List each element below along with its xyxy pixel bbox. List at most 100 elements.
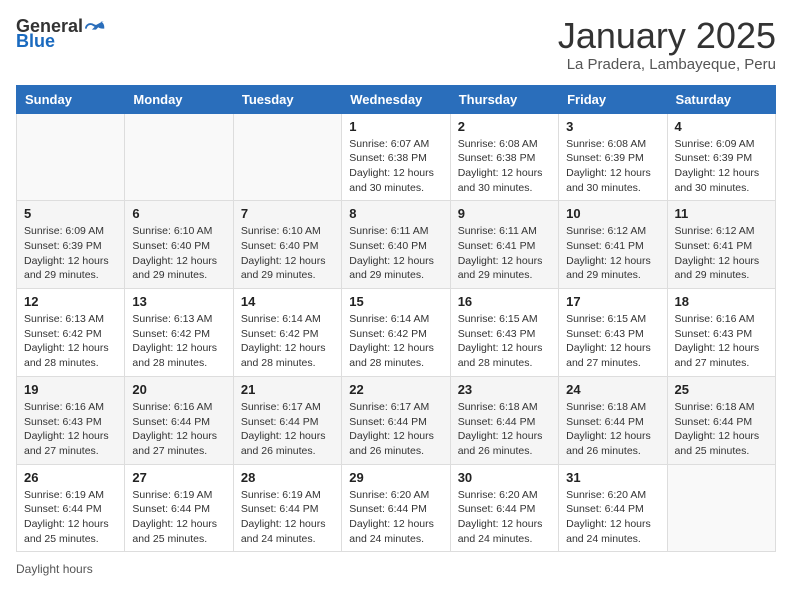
calendar-cell: 3 Sunrise: 6:08 AM Sunset: 6:39 PM Daylig… bbox=[559, 113, 667, 201]
calendar-cell: 29 Sunrise: 6:20 AM Sunset: 6:44 PM Dayli… bbox=[342, 464, 450, 552]
day-info: Sunrise: 6:10 AM Sunset: 6:40 PM Dayligh… bbox=[241, 224, 334, 283]
day-number: 8 bbox=[349, 206, 442, 221]
calendar-cell: 16 Sunrise: 6:15 AM Sunset: 6:43 PM Dayli… bbox=[450, 289, 558, 377]
day-number: 7 bbox=[241, 206, 334, 221]
day-number: 5 bbox=[24, 206, 117, 221]
day-number: 30 bbox=[458, 470, 551, 485]
day-number: 18 bbox=[675, 294, 768, 309]
calendar-week-1: 1Sunrise: 6:07 AM Sunset: 6:38 PM Daylig… bbox=[17, 113, 776, 201]
day-info: Sunrise: 6:08 AM Sunset: 6:39 PM Dayligh… bbox=[566, 137, 659, 196]
calendar-cell: 31 Sunrise: 6:20 AM Sunset: 6:44 PM Dayli… bbox=[559, 464, 667, 552]
day-info: Sunrise: 6:13 AM Sunset: 6:42 PM Dayligh… bbox=[132, 312, 225, 371]
day-number: 9 bbox=[458, 206, 551, 221]
footer: Daylight hours bbox=[16, 562, 776, 576]
calendar-cell: 14 Sunrise: 6:14 AM Sunset: 6:42 PM Dayli… bbox=[233, 289, 341, 377]
day-number: 22 bbox=[349, 382, 442, 397]
day-info: Sunrise: 6:20 AM Sunset: 6:44 PM Dayligh… bbox=[458, 488, 551, 547]
calendar-cell: 4Sunrise: 6:09 AM Sunset: 6:39 PM Daylig… bbox=[667, 113, 775, 201]
day-number: 1 bbox=[349, 119, 442, 134]
calendar-cell: 27 Sunrise: 6:19 AM Sunset: 6:44 PM Dayli… bbox=[125, 464, 233, 552]
calendar-week-5: 26 Sunrise: 6:19 AM Sunset: 6:44 PM Dayli… bbox=[17, 464, 776, 552]
daylight-label: Daylight hours bbox=[16, 562, 93, 576]
day-number: 20 bbox=[132, 382, 225, 397]
day-info: Sunrise: 6:12 AM Sunset: 6:41 PM Dayligh… bbox=[675, 224, 768, 283]
calendar-cell: 24 Sunrise: 6:18 AM Sunset: 6:44 PM Dayli… bbox=[559, 376, 667, 464]
logo-blue-text: Blue bbox=[16, 32, 55, 50]
calendar-cell: 17Sunrise: 6:15 AM Sunset: 6:43 PM Dayli… bbox=[559, 289, 667, 377]
day-number: 2 bbox=[458, 119, 551, 134]
calendar-cell: 8 Sunrise: 6:11 AM Sunset: 6:40 PM Daylig… bbox=[342, 201, 450, 289]
calendar-cell: 15 Sunrise: 6:14 AM Sunset: 6:42 PM Dayli… bbox=[342, 289, 450, 377]
calendar-cell: 9Sunrise: 6:11 AM Sunset: 6:41 PM Daylig… bbox=[450, 201, 558, 289]
day-info: Sunrise: 6:15 AM Sunset: 6:43 PM Dayligh… bbox=[458, 312, 551, 371]
logo-bird-icon bbox=[85, 14, 107, 36]
weekday-header-sunday: Sunday bbox=[17, 85, 125, 113]
day-number: 11 bbox=[675, 206, 768, 221]
calendar-cell: 30 Sunrise: 6:20 AM Sunset: 6:44 PM Dayli… bbox=[450, 464, 558, 552]
calendar-cell: 26 Sunrise: 6:19 AM Sunset: 6:44 PM Dayli… bbox=[17, 464, 125, 552]
calendar-cell: 19Sunrise: 6:16 AM Sunset: 6:43 PM Dayli… bbox=[17, 376, 125, 464]
day-info: Sunrise: 6:20 AM Sunset: 6:44 PM Dayligh… bbox=[349, 488, 442, 547]
day-number: 29 bbox=[349, 470, 442, 485]
day-info: Sunrise: 6:17 AM Sunset: 6:44 PM Dayligh… bbox=[349, 400, 442, 459]
calendar-cell: 18Sunrise: 6:16 AM Sunset: 6:43 PM Dayli… bbox=[667, 289, 775, 377]
calendar-cell: 6Sunrise: 6:10 AM Sunset: 6:40 PM Daylig… bbox=[125, 201, 233, 289]
day-number: 6 bbox=[132, 206, 225, 221]
day-info: Sunrise: 6:16 AM Sunset: 6:43 PM Dayligh… bbox=[24, 400, 117, 459]
day-number: 14 bbox=[241, 294, 334, 309]
calendar-week-3: 12 Sunrise: 6:13 AM Sunset: 6:42 PM Dayli… bbox=[17, 289, 776, 377]
calendar-cell: 2 Sunrise: 6:08 AM Sunset: 6:38 PM Daylig… bbox=[450, 113, 558, 201]
day-number: 17 bbox=[566, 294, 659, 309]
calendar-cell: 13 Sunrise: 6:13 AM Sunset: 6:42 PM Dayli… bbox=[125, 289, 233, 377]
calendar-cell: 23Sunrise: 6:18 AM Sunset: 6:44 PM Dayli… bbox=[450, 376, 558, 464]
day-number: 4 bbox=[675, 119, 768, 134]
day-info: Sunrise: 6:18 AM Sunset: 6:44 PM Dayligh… bbox=[675, 400, 768, 459]
day-info: Sunrise: 6:19 AM Sunset: 6:44 PM Dayligh… bbox=[132, 488, 225, 547]
day-info: Sunrise: 6:11 AM Sunset: 6:40 PM Dayligh… bbox=[349, 224, 442, 283]
calendar-cell bbox=[233, 113, 341, 201]
weekday-header-saturday: Saturday bbox=[667, 85, 775, 113]
calendar-cell: 22 Sunrise: 6:17 AM Sunset: 6:44 PM Dayli… bbox=[342, 376, 450, 464]
day-info: Sunrise: 6:08 AM Sunset: 6:38 PM Dayligh… bbox=[458, 137, 551, 196]
calendar-cell: 10 Sunrise: 6:12 AM Sunset: 6:41 PM Dayli… bbox=[559, 201, 667, 289]
weekday-header-tuesday: Tuesday bbox=[233, 85, 341, 113]
month-title: January 2025 bbox=[558, 16, 776, 56]
day-info: Sunrise: 6:14 AM Sunset: 6:42 PM Dayligh… bbox=[241, 312, 334, 371]
calendar-cell bbox=[667, 464, 775, 552]
calendar-cell: 11 Sunrise: 6:12 AM Sunset: 6:41 PM Dayli… bbox=[667, 201, 775, 289]
day-number: 13 bbox=[132, 294, 225, 309]
day-info: Sunrise: 6:20 AM Sunset: 6:44 PM Dayligh… bbox=[566, 488, 659, 547]
calendar-cell: 28Sunrise: 6:19 AM Sunset: 6:44 PM Dayli… bbox=[233, 464, 341, 552]
day-info: Sunrise: 6:16 AM Sunset: 6:44 PM Dayligh… bbox=[132, 400, 225, 459]
calendar-cell: 5 Sunrise: 6:09 AM Sunset: 6:39 PM Daylig… bbox=[17, 201, 125, 289]
weekday-header-wednesday: Wednesday bbox=[342, 85, 450, 113]
day-number: 16 bbox=[458, 294, 551, 309]
location-title: La Pradera, Lambayeque, Peru bbox=[558, 56, 776, 73]
calendar-cell: 7 Sunrise: 6:10 AM Sunset: 6:40 PM Daylig… bbox=[233, 201, 341, 289]
day-info: Sunrise: 6:13 AM Sunset: 6:42 PM Dayligh… bbox=[24, 312, 117, 371]
day-number: 3 bbox=[566, 119, 659, 134]
day-number: 15 bbox=[349, 294, 442, 309]
weekday-header-monday: Monday bbox=[125, 85, 233, 113]
calendar-cell bbox=[125, 113, 233, 201]
day-number: 31 bbox=[566, 470, 659, 485]
calendar-header-row: SundayMondayTuesdayWednesdayThursdayFrid… bbox=[17, 85, 776, 113]
weekday-header-friday: Friday bbox=[559, 85, 667, 113]
day-info: Sunrise: 6:14 AM Sunset: 6:42 PM Dayligh… bbox=[349, 312, 442, 371]
calendar-cell: 25Sunrise: 6:18 AM Sunset: 6:44 PM Dayli… bbox=[667, 376, 775, 464]
day-info: Sunrise: 6:12 AM Sunset: 6:41 PM Dayligh… bbox=[566, 224, 659, 283]
calendar-cell: 12 Sunrise: 6:13 AM Sunset: 6:42 PM Dayli… bbox=[17, 289, 125, 377]
day-info: Sunrise: 6:19 AM Sunset: 6:44 PM Dayligh… bbox=[24, 488, 117, 547]
day-number: 27 bbox=[132, 470, 225, 485]
calendar-week-4: 19Sunrise: 6:16 AM Sunset: 6:43 PM Dayli… bbox=[17, 376, 776, 464]
day-info: Sunrise: 6:18 AM Sunset: 6:44 PM Dayligh… bbox=[566, 400, 659, 459]
weekday-header-thursday: Thursday bbox=[450, 85, 558, 113]
day-number: 26 bbox=[24, 470, 117, 485]
day-number: 23 bbox=[458, 382, 551, 397]
day-number: 12 bbox=[24, 294, 117, 309]
day-info: Sunrise: 6:09 AM Sunset: 6:39 PM Dayligh… bbox=[24, 224, 117, 283]
day-number: 21 bbox=[241, 382, 334, 397]
day-number: 28 bbox=[241, 470, 334, 485]
day-number: 24 bbox=[566, 382, 659, 397]
day-number: 10 bbox=[566, 206, 659, 221]
